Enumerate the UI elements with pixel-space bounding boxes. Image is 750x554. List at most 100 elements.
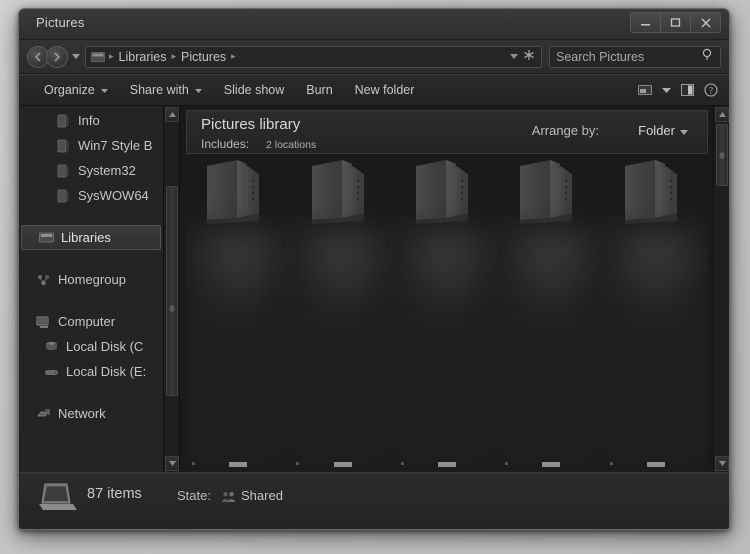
- sidebar-item-label: Homegroup: [58, 272, 126, 287]
- folder-stack-icon: [516, 158, 586, 228]
- chevron-down-icon: [72, 53, 80, 59]
- sidebar-item-label: Local Disk (E:: [66, 364, 147, 379]
- view-mode-button[interactable]: [633, 82, 657, 98]
- chevron-down-icon: [168, 461, 176, 466]
- thumbnail-item[interactable]: [603, 158, 708, 472]
- thumbnail-tick: [296, 462, 300, 465]
- breadcrumb-separator: ▸: [171, 51, 176, 61]
- thumbnail-label: [229, 462, 248, 467]
- close-button[interactable]: [691, 13, 720, 32]
- chevron-up-icon: [168, 112, 176, 117]
- chevron-down-icon: [510, 54, 518, 59]
- navigation-pane: Info Win7 Style B System32 SysWOW64 Librarie…: [19, 106, 180, 472]
- window-controls: [630, 12, 721, 33]
- folder-stack-icon: [624, 160, 677, 224]
- thumbnail-item[interactable]: [499, 158, 604, 472]
- breadcrumb-pictures[interactable]: Pictures: [178, 50, 229, 64]
- preview-pane-button[interactable]: [676, 82, 699, 98]
- thumbnail-grid[interactable]: [186, 158, 708, 472]
- thumbnail-item[interactable]: [290, 158, 395, 472]
- folder-icon: [55, 138, 71, 154]
- sidebar-item-computer[interactable]: Computer: [19, 309, 163, 334]
- toolbar-label: Slide show: [223, 83, 285, 97]
- toolbar-item-organize[interactable]: Organize: [33, 80, 119, 100]
- folder-icon: [55, 113, 71, 129]
- folder-icon: [55, 188, 71, 204]
- sidebar-item-homegroup[interactable]: Homegroup: [19, 267, 163, 292]
- folder-stack-icon: [311, 160, 364, 224]
- scroll-up-button[interactable]: [165, 107, 179, 122]
- thumbnail-row: [186, 158, 708, 472]
- sidebar-separator: [19, 292, 163, 309]
- minimize-button[interactable]: [631, 13, 661, 32]
- view-mode-dropdown-button[interactable]: [657, 86, 676, 95]
- scroll-down-button[interactable]: [715, 456, 729, 471]
- homegroup-icon: [35, 272, 51, 288]
- maximize-button[interactable]: [661, 13, 691, 32]
- arrange-by-label: Arrange by:: [531, 123, 599, 138]
- shared-icon: [221, 490, 236, 508]
- folder-stack-icon: [203, 158, 273, 228]
- chevron-down-icon: [718, 461, 726, 466]
- status-state-value: Shared: [241, 488, 283, 503]
- command-toolbar: Organize Share with Slide show Burn New …: [19, 74, 729, 106]
- history-dropdown-button[interactable]: [72, 53, 80, 61]
- breadcrumb-libraries[interactable]: Libraries: [116, 50, 170, 64]
- scroll-down-button[interactable]: [165, 456, 179, 471]
- chevron-up-icon: [718, 112, 726, 117]
- sidebar-item-local-disk-c[interactable]: Local Disk (C: [19, 334, 163, 359]
- thumbnail-item[interactable]: [186, 158, 291, 472]
- thumbnail-tick: [192, 462, 195, 465]
- scrollbar-thumb[interactable]: [166, 186, 178, 396]
- title-bar[interactable]: Pictures: [19, 9, 729, 40]
- scroll-up-button[interactable]: [715, 107, 729, 122]
- scrollbar-thumb[interactable]: [716, 124, 728, 186]
- help-button[interactable]: ?: [699, 81, 723, 99]
- toolbar-item-burn[interactable]: Burn: [295, 80, 343, 100]
- breadcrumb-dropdown-button[interactable]: [508, 52, 523, 61]
- folder-stack-icon: [207, 160, 260, 224]
- navigation-list: Info Win7 Style B System32 SysWOW64 Librarie…: [19, 106, 163, 472]
- thumbnail-tick: [609, 462, 613, 465]
- thumbnail-tick: [400, 462, 404, 465]
- chevron-down-icon: [194, 86, 202, 95]
- forward-icon: [54, 51, 61, 62]
- thumbnail-preview: [603, 226, 708, 466]
- navigation-scrollbar[interactable]: [163, 106, 179, 472]
- refresh-button[interactable]: [523, 49, 537, 64]
- thumbnail-preview: [499, 226, 604, 466]
- sidebar-item-system32[interactable]: System32: [19, 158, 163, 183]
- library-includes-value[interactable]: 2 locations: [266, 139, 316, 151]
- toolbar-label: Burn: [306, 83, 333, 97]
- sidebar-item-syswow64[interactable]: SysWOW64: [19, 183, 163, 208]
- forward-button[interactable]: [46, 45, 68, 68]
- sidebar-item-label: Network: [58, 406, 106, 421]
- sidebar-item-win7-style-b[interactable]: Win7 Style B: [19, 133, 163, 158]
- arrange-by-value[interactable]: Folder: [638, 123, 675, 138]
- toolbar-item-share-with[interactable]: Share with: [119, 80, 213, 100]
- sidebar-item-local-disk-e[interactable]: Local Disk (E:: [19, 359, 163, 384]
- toolbar-item-new-folder[interactable]: New folder: [344, 80, 426, 100]
- search-input[interactable]: Search Pictures: [556, 50, 702, 64]
- status-bar: 87 items State: Shared: [19, 472, 729, 529]
- thumbnail-item[interactable]: [394, 158, 500, 472]
- thumbnail-label: [542, 462, 561, 467]
- sidebar-separator: [19, 208, 163, 225]
- sidebar-item-libraries[interactable]: Libraries: [21, 225, 161, 250]
- toolbar-label: New folder: [354, 83, 415, 97]
- scrollbar-grip: [169, 305, 175, 312]
- breadcrumb-bar[interactable]: ▸ Libraries ▸ Pictures ▸: [85, 45, 542, 68]
- sidebar-separator: [19, 250, 163, 267]
- search-icon: [702, 48, 714, 66]
- sidebar-item-network[interactable]: Network: [19, 401, 163, 426]
- sidebar-item-info[interactable]: Info: [19, 108, 163, 133]
- back-icon: [34, 51, 41, 62]
- search-box[interactable]: Search Pictures: [549, 45, 721, 68]
- chevron-down-icon[interactable]: [680, 128, 688, 137]
- sidebar-separator: [19, 384, 163, 401]
- toolbar-item-slide-show[interactable]: Slide show: [213, 80, 295, 100]
- library-icon: [91, 51, 105, 63]
- thumbnail-preview: [186, 226, 291, 466]
- window-title: Pictures: [36, 15, 85, 30]
- content-scrollbar[interactable]: [713, 106, 729, 472]
